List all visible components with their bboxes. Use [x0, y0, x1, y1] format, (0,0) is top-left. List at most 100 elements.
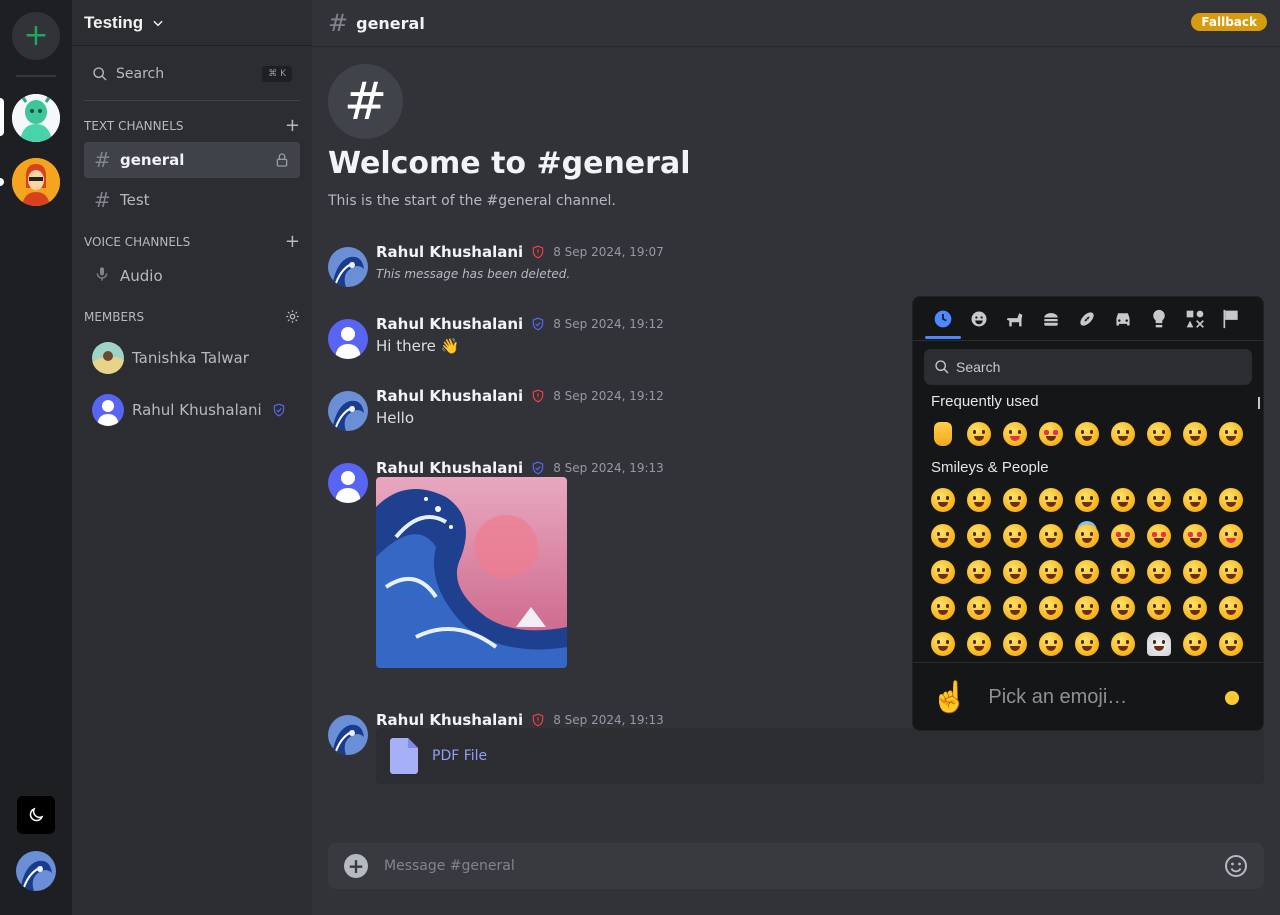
grinning-emoji[interactable]	[961, 416, 997, 452]
squinting-emoji[interactable]	[1069, 416, 1105, 452]
emoji[interactable]	[997, 482, 1033, 518]
sweat-smile-emoji[interactable]	[1141, 416, 1177, 452]
emoji[interactable]	[1105, 518, 1141, 554]
emoji[interactable]	[1069, 482, 1105, 518]
channel-item-test[interactable]: # Test	[84, 182, 300, 218]
member-item[interactable]: Tanishka Talwar	[92, 338, 292, 378]
file-link[interactable]: PDF File	[432, 748, 487, 764]
emoji[interactable]	[1069, 590, 1105, 626]
emoji[interactable]	[997, 626, 1033, 658]
attach-button[interactable]: +	[344, 854, 368, 878]
emoji[interactable]	[1033, 590, 1069, 626]
emoji[interactable]	[925, 626, 961, 658]
emoji[interactable]	[1105, 590, 1141, 626]
tab-animals[interactable]	[997, 297, 1033, 341]
emoji[interactable]	[997, 518, 1033, 554]
savoring-emoji[interactable]	[1105, 416, 1141, 452]
emoji[interactable]	[961, 482, 997, 518]
tab-flags[interactable]	[1213, 297, 1249, 341]
emoji[interactable]	[1213, 554, 1249, 590]
emoji[interactable]	[1105, 554, 1141, 590]
skin-tone-button[interactable]	[1225, 690, 1239, 705]
message-author[interactable]: Rahul Khushalani	[376, 243, 523, 261]
tears-of-joy-emoji[interactable]	[1177, 416, 1213, 452]
emoji[interactable]	[961, 518, 997, 554]
emoji[interactable]	[961, 554, 997, 590]
emoji-search-input[interactable]	[956, 359, 1242, 375]
emoji[interactable]	[1213, 482, 1249, 518]
search-button[interactable]: Search ⌘ K	[84, 58, 300, 90]
screaming-emoji[interactable]	[1213, 416, 1249, 452]
emoji-picker-button[interactable]	[1224, 854, 1248, 878]
server-icon-other[interactable]	[12, 158, 60, 206]
avatar[interactable]	[328, 319, 368, 359]
member-item[interactable]: Rahul Khushalani	[92, 390, 292, 430]
emoji[interactable]	[1177, 554, 1213, 590]
image-attachment[interactable]	[376, 477, 567, 668]
channel-item-audio[interactable]: Audio	[84, 258, 300, 294]
emoji-search-field[interactable]	[924, 349, 1252, 385]
avatar[interactable]	[328, 247, 368, 287]
emoji[interactable]	[997, 554, 1033, 590]
emoji[interactable]	[1069, 518, 1105, 554]
emoji[interactable]	[1105, 626, 1141, 658]
emoji[interactable]	[1141, 626, 1177, 658]
emoji[interactable]	[1033, 518, 1069, 554]
tab-objects[interactable]	[1141, 297, 1177, 341]
kissing-emoji[interactable]	[997, 416, 1033, 452]
thumbs-up-emoji[interactable]	[925, 416, 961, 452]
add-server-button[interactable]: +	[12, 12, 60, 60]
theme-toggle-button[interactable]	[17, 796, 55, 834]
emoji[interactable]	[1033, 482, 1069, 518]
message-author[interactable]: Rahul Khushalani	[376, 459, 523, 477]
emoji[interactable]	[1069, 554, 1105, 590]
gear-icon[interactable]	[285, 309, 300, 324]
message-author[interactable]: Rahul Khushalani	[376, 387, 523, 405]
tab-smileys[interactable]	[961, 297, 997, 341]
emoji[interactable]	[925, 482, 961, 518]
emoji[interactable]	[1141, 482, 1177, 518]
emoji[interactable]	[1141, 518, 1177, 554]
emoji[interactable]	[1177, 518, 1213, 554]
message-author[interactable]: Rahul Khushalani	[376, 315, 523, 333]
emoji[interactable]	[1213, 590, 1249, 626]
tab-activity[interactable]	[1069, 297, 1105, 341]
avatar[interactable]	[328, 463, 368, 503]
avatar[interactable]	[328, 391, 368, 431]
tab-symbols[interactable]	[1177, 297, 1213, 341]
channel-item-general[interactable]: # general	[84, 142, 300, 178]
emoji[interactable]	[961, 626, 997, 658]
emoji[interactable]	[1213, 626, 1249, 658]
message-input[interactable]	[384, 858, 1224, 874]
admin-shield-icon	[531, 245, 545, 259]
server-header[interactable]: Testing	[72, 0, 312, 46]
add-voice-channel-button[interactable]: +	[285, 233, 300, 251]
emoji[interactable]	[925, 554, 961, 590]
tab-recent[interactable]	[925, 297, 961, 341]
message-author[interactable]: Rahul Khushalani	[376, 711, 523, 729]
scrollbar[interactable]	[1258, 397, 1260, 409]
emoji[interactable]	[1141, 554, 1177, 590]
emoji[interactable]	[1177, 590, 1213, 626]
emoji[interactable]	[1033, 554, 1069, 590]
tab-food[interactable]	[1033, 297, 1069, 341]
current-user-avatar[interactable]	[16, 851, 56, 891]
emoji[interactable]	[1177, 482, 1213, 518]
emoji[interactable]	[1105, 482, 1141, 518]
emoji[interactable]	[961, 590, 997, 626]
emoji[interactable]	[925, 518, 961, 554]
emoji[interactable]	[1177, 626, 1213, 658]
emoji[interactable]	[1213, 518, 1249, 554]
tab-travel[interactable]	[1105, 297, 1141, 341]
emoji[interactable]	[1141, 590, 1177, 626]
file-attachment[interactable]: PDF File	[376, 728, 1264, 784]
emoji[interactable]	[997, 590, 1033, 626]
emoji[interactable]	[1069, 626, 1105, 658]
emoji[interactable]	[925, 590, 961, 626]
heart-eyes-emoji[interactable]	[1033, 416, 1069, 452]
add-text-channel-button[interactable]: +	[285, 117, 300, 135]
avatar[interactable]	[328, 715, 368, 755]
emoji[interactable]	[1033, 626, 1069, 658]
server-icon-testing[interactable]	[12, 94, 60, 142]
welcome-title: Welcome to #general	[328, 146, 691, 181]
